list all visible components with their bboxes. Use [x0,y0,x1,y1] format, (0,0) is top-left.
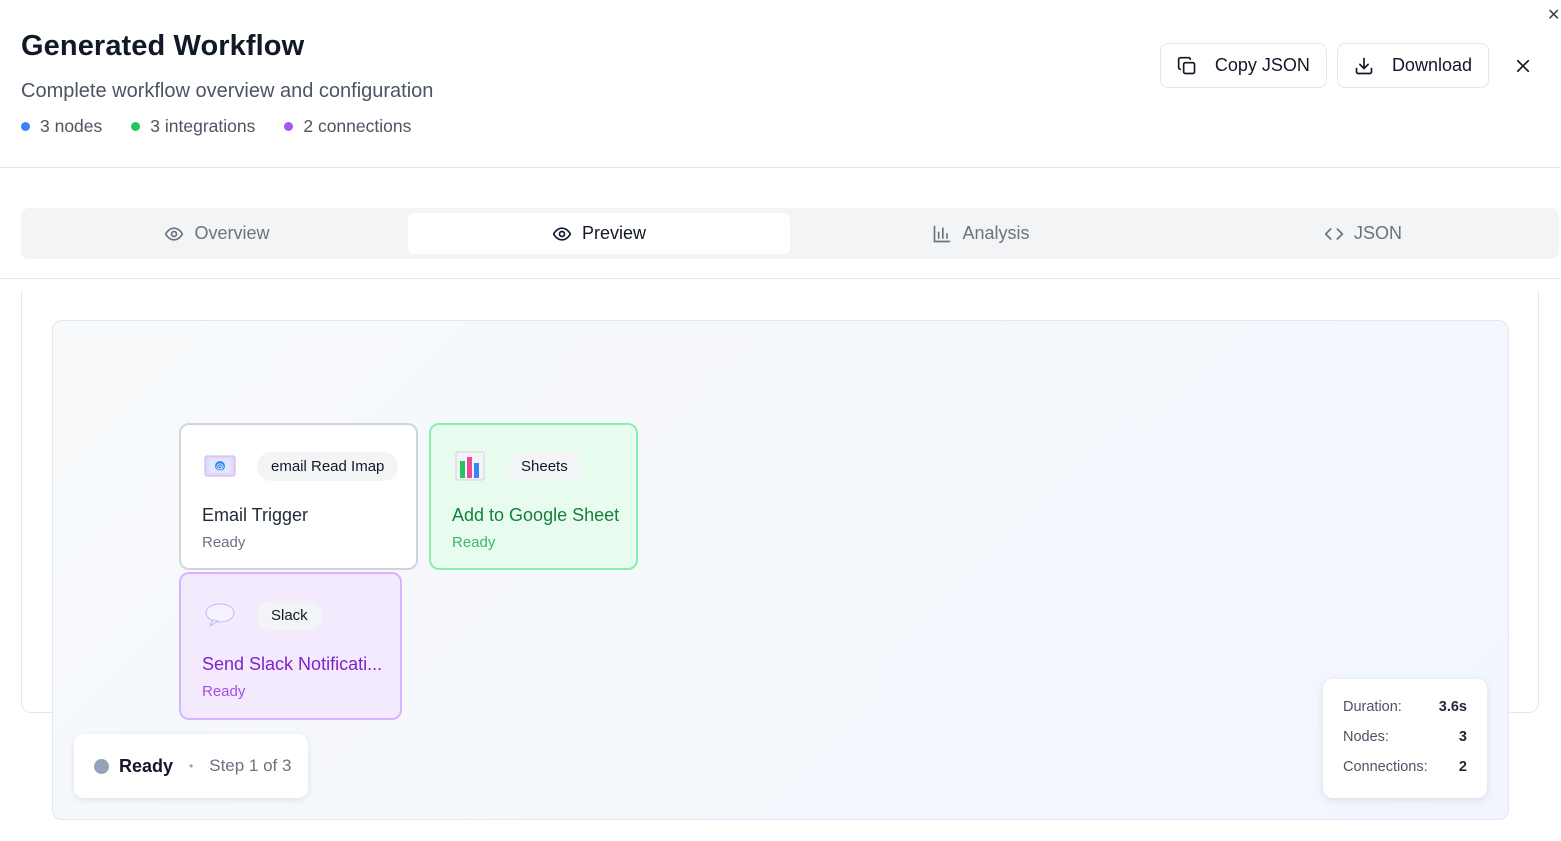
node-type-badge: Sheets [507,451,582,481]
metric-label: Connections: [1343,759,1428,775]
status-separator: • [189,759,194,773]
node-status: Ready [202,683,246,700]
tab-overview-label: Overview [194,223,270,243]
copy-icon [1177,56,1196,74]
stat-nodes-label: 3 nodes [40,116,103,136]
close-button[interactable] [1505,43,1541,88]
tab-analysis[interactable]: Analysis [790,213,1172,254]
speech-bubble-icon [203,600,237,630]
page-subtitle: Complete workflow overview and configura… [21,80,434,102]
tab-json[interactable]: JSON [1172,213,1554,254]
email-icon: @ [203,451,237,481]
metric-value: 2 [1458,759,1467,775]
node-title: Send Slack Notificati... [202,654,383,674]
status-dot-icon [94,758,109,774]
stat-integrations: 3 integrations [131,116,255,137]
download-label: Download [1391,55,1472,75]
code-icon [1324,227,1344,240]
node-google-sheet[interactable]: Sheets Add to Google Sheet Ready [429,423,638,570]
metric-connections: Connections: 2 [1343,759,1467,789]
node-email-trigger[interactable]: @ email Read Imap Email Trigger Ready [179,423,418,570]
tab-json-label: JSON [1353,223,1402,243]
stat-integrations-label: 3 integrations [150,116,256,136]
node-header: Slack [203,600,322,630]
node-header: Sheets [453,451,582,481]
node-title: Add to Google Sheet [452,505,620,525]
node-status: Ready [452,534,496,551]
metric-label: Duration: [1343,699,1402,715]
download-icon [1355,57,1373,74]
node-type-badge: email Read Imap [257,451,399,481]
copy-json-label: Copy JSON [1214,55,1310,75]
metric-nodes: Nodes: 3 [1343,729,1467,759]
node-status: Ready [202,534,246,551]
purple-dot-icon [284,122,294,131]
tab-overview[interactable]: Overview [26,213,408,254]
download-button[interactable]: Download [1336,43,1489,88]
copy-json-button[interactable]: Copy JSON [1159,43,1327,88]
metric-label: Nodes: [1343,729,1389,745]
node-type-badge: Slack [257,600,322,630]
green-dot-icon [131,122,141,131]
metrics-panel: Duration: 3.6s Nodes: 3 Connections: 2 [1323,679,1487,798]
svg-text:@: @ [216,462,224,471]
stat-nodes: 3 nodes [21,116,102,137]
execution-status: Ready • Step 1 of 3 [74,734,308,798]
node-header: @ email Read Imap [203,451,399,481]
tab-preview-label: Preview [581,223,647,243]
step-indicator: Step 1 of 3 [209,756,292,775]
blue-dot-icon [21,122,30,131]
stat-connections: 2 connections [284,116,411,137]
node-slack-notification[interactable]: Slack Send Slack Notificati... Ready [179,572,402,720]
sheets-icon [453,451,487,481]
tab-preview[interactable]: Preview [408,213,790,254]
node-title: Email Trigger [202,505,309,525]
metric-value: 3 [1458,729,1467,745]
header-actions: Copy JSON Download [1159,43,1541,88]
workflow-stats: 3 nodes 3 integrations 2 connections [21,116,411,137]
stat-connections-label: 2 connections [303,116,412,136]
bar-chart-icon [934,225,951,242]
close-icon [1516,59,1530,72]
tab-analysis-label: Analysis [962,223,1030,243]
divider [0,278,1561,279]
eye-icon [552,226,572,241]
metric-duration: Duration: 3.6s [1343,699,1467,729]
modal-header: Generated Workflow Complete workflow ove… [0,0,1561,168]
eye-icon [165,226,184,241]
status-label: Ready [119,755,174,776]
workflow-modal: ✕ Generated Workflow Complete workflow o… [0,0,1561,841]
page-title: Generated Workflow [21,30,305,62]
metric-value: 3.6s [1438,699,1467,715]
view-tabs: Overview Preview Analysis JSON [21,208,1559,259]
